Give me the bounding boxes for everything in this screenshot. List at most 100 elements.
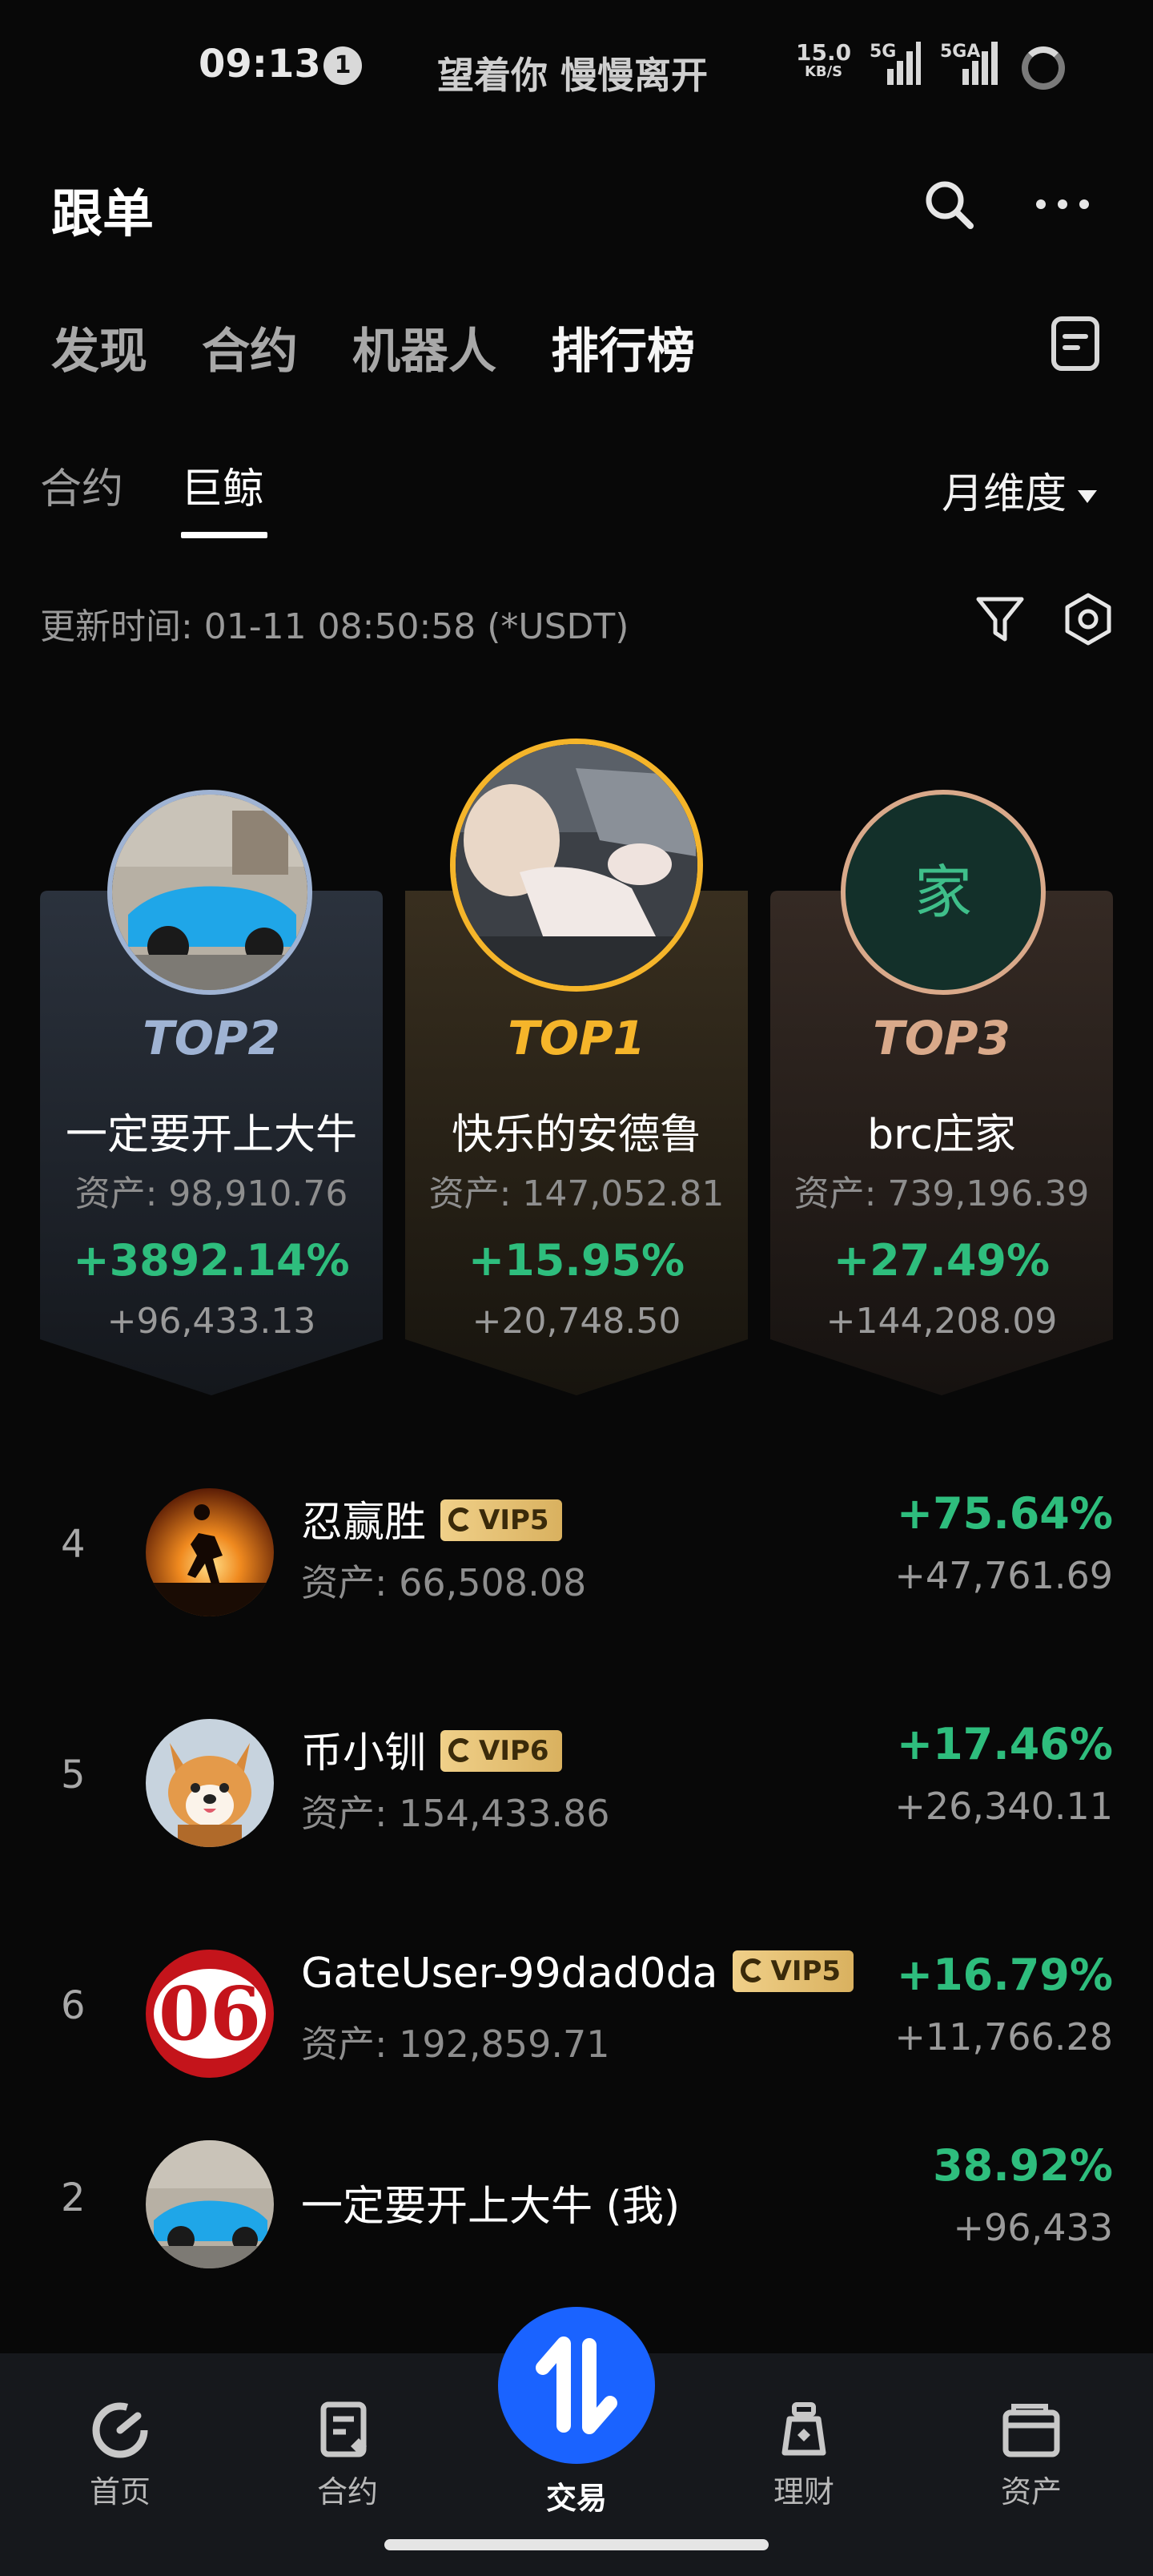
- main-tabs: 发现 合约 机器人 排行榜: [51, 312, 749, 384]
- document-icon[interactable]: [1049, 316, 1102, 372]
- network-speed-value: 15.0: [796, 39, 852, 66]
- podium-pnl: +20,748.50: [472, 1301, 681, 1342]
- avatar-top2[interactable]: [107, 790, 312, 995]
- home-icon: [92, 2402, 148, 2458]
- settings-icon[interactable]: [1060, 591, 1116, 647]
- subtab-whale[interactable]: 巨鲸: [181, 455, 264, 515]
- vip-icon: [448, 1507, 473, 1532]
- avatar-top1[interactable]: [450, 739, 703, 992]
- user-asset: 资产: 154,433.86: [301, 1792, 610, 1835]
- return-pct: +75.64%: [896, 1488, 1113, 1539]
- tab-robot[interactable]: 机器人: [352, 312, 496, 384]
- user-name-text: 忍赢胜: [301, 1499, 427, 1547]
- period-dropdown[interactable]: 月维度: [942, 460, 1098, 520]
- avatar-number: 06: [154, 1969, 266, 2059]
- rank-number: 2: [61, 2176, 86, 2220]
- podium-return-pct: +15.95%: [468, 1235, 685, 1286]
- tab-leaderboard[interactable]: 排行榜: [551, 312, 695, 384]
- nav-label: 首页: [89, 2474, 151, 2510]
- period-label: 月维度: [942, 470, 1067, 518]
- network-speed-unit: KB/S: [804, 63, 843, 80]
- network-speed: 15.0 KB/S: [796, 42, 851, 80]
- finance-icon: [781, 2402, 826, 2456]
- status-time: 09:13: [199, 42, 321, 87]
- my-rank-row[interactable]: 2 一定要开上大牛 (我) 38.92% +96,433: [0, 2134, 1153, 2270]
- podium-asset: 资产: 739,196.39: [793, 1173, 1090, 1214]
- nav-label: 交易: [545, 2481, 607, 2516]
- vip-level: VIP5: [479, 1504, 549, 1536]
- update-time-text: 更新时间: 01-11 08:50:58 (*USDT): [40, 606, 629, 647]
- nav-contract[interactable]: 合约: [267, 2353, 428, 2511]
- user-name-text: GateUser-99dad0da: [301, 1950, 718, 1998]
- nav-home[interactable]: 首页: [40, 2353, 200, 2511]
- trade-button[interactable]: [498, 2307, 655, 2464]
- vip-icon: [448, 1737, 473, 1762]
- user-name: 币小钏 VIP6: [301, 1719, 562, 1779]
- app-header: 跟单: [0, 160, 1153, 248]
- vip-icon: [740, 1958, 765, 1982]
- nav-finance[interactable]: 理财: [724, 2353, 884, 2511]
- podium-asset: 资产: 147,052.81: [428, 1173, 725, 1214]
- podium-name: 一定要开上大牛: [65, 1111, 357, 1159]
- nav-assets[interactable]: 资产: [951, 2353, 1111, 2511]
- nav-label: 资产: [1000, 2474, 1062, 2510]
- return-pct: 38.92%: [933, 2140, 1113, 2191]
- more-icon[interactable]: [1033, 176, 1092, 232]
- battery-icon: [1022, 46, 1065, 90]
- podium-rank: TOP3: [873, 1011, 1010, 1065]
- contract-icon: [320, 2401, 367, 2457]
- filter-icon[interactable]: [974, 593, 1026, 646]
- user-name: 一定要开上大牛 (我): [301, 2183, 681, 2231]
- user-asset: 资产: 192,859.71: [301, 2023, 610, 2066]
- active-tab-underline: [181, 532, 267, 538]
- signal-5g-label: 5G: [870, 42, 897, 62]
- podium-return-pct: +3892.14%: [73, 1235, 350, 1286]
- podium-rank: TOP2: [143, 1011, 280, 1065]
- rank-number: 5: [61, 1753, 86, 1797]
- search-icon[interactable]: [921, 176, 977, 232]
- signal-5ga-label: 5GA: [940, 42, 981, 62]
- avatar-top3[interactable]: 家: [841, 790, 1046, 995]
- now-playing-text: 望着你 慢慢离开: [437, 54, 709, 97]
- return-pct: +17.46%: [896, 1719, 1113, 1769]
- rank-number: 6: [61, 1983, 86, 2028]
- list-item[interactable]: 6 06 GateUser-99dad0da VIP5 资产: 192,859.7…: [0, 1943, 1153, 2079]
- subtab-contract[interactable]: 合约: [40, 455, 123, 515]
- podium-pnl: +144,208.09: [826, 1301, 1058, 1342]
- vip-badge: VIP5: [732, 1950, 854, 1992]
- podium-rank: TOP1: [508, 1011, 645, 1065]
- avatar: [146, 1488, 274, 1616]
- user-name-text: 币小钏: [301, 1729, 427, 1777]
- tab-discover[interactable]: 发现: [51, 312, 147, 384]
- pnl-value: +96,433: [953, 2206, 1114, 2249]
- user-asset: 资产: 66,508.08: [301, 1561, 587, 1604]
- page-title: 跟单: [51, 185, 154, 244]
- trade-icon: [536, 2337, 617, 2434]
- nav-label: 理财: [773, 2474, 834, 2510]
- signal-5ga-icon: 5GA: [935, 42, 999, 85]
- avatar: [146, 2140, 274, 2268]
- avatar: [146, 1719, 274, 1847]
- tab-contract[interactable]: 合约: [202, 312, 298, 384]
- podium-name: 快乐的安德鲁: [451, 1111, 701, 1159]
- vip-level: VIP6: [479, 1735, 549, 1767]
- podium-asset: 资产: 98,910.76: [74, 1173, 348, 1214]
- status-bar: 09:13 1 望着你 慢慢离开 15.0 KB/S 5G 5GA: [0, 0, 1153, 136]
- avatar-initial: 家: [914, 859, 972, 926]
- list-item[interactable]: 4 忍赢胜 VIP5 资产: 66,508.08 +75.64% +47,761.…: [0, 1482, 1153, 1618]
- pnl-value: +47,761.69: [894, 1554, 1113, 1597]
- vip-badge: VIP6: [440, 1730, 562, 1772]
- podium-return-pct: +27.49%: [833, 1235, 1051, 1286]
- podium-pnl: +96,433.13: [106, 1301, 316, 1342]
- caret-down-icon: [1078, 490, 1098, 503]
- podium-name: brc庄家: [867, 1111, 1016, 1159]
- vip-badge: VIP5: [440, 1499, 562, 1541]
- list-item[interactable]: 5 币小钏 VIP6 资产: 154,433.86 +17.46% +26,340…: [0, 1713, 1153, 1849]
- user-name: GateUser-99dad0da VIP5: [301, 1950, 854, 1998]
- vip-level: VIP5: [770, 1955, 842, 1987]
- return-pct: +16.79%: [896, 1950, 1113, 2000]
- avatar: 06: [146, 1950, 274, 2078]
- wallet-icon: [1002, 2404, 1060, 2457]
- rank-number: 4: [61, 1522, 86, 1567]
- nav-label: 合约: [316, 2474, 378, 2510]
